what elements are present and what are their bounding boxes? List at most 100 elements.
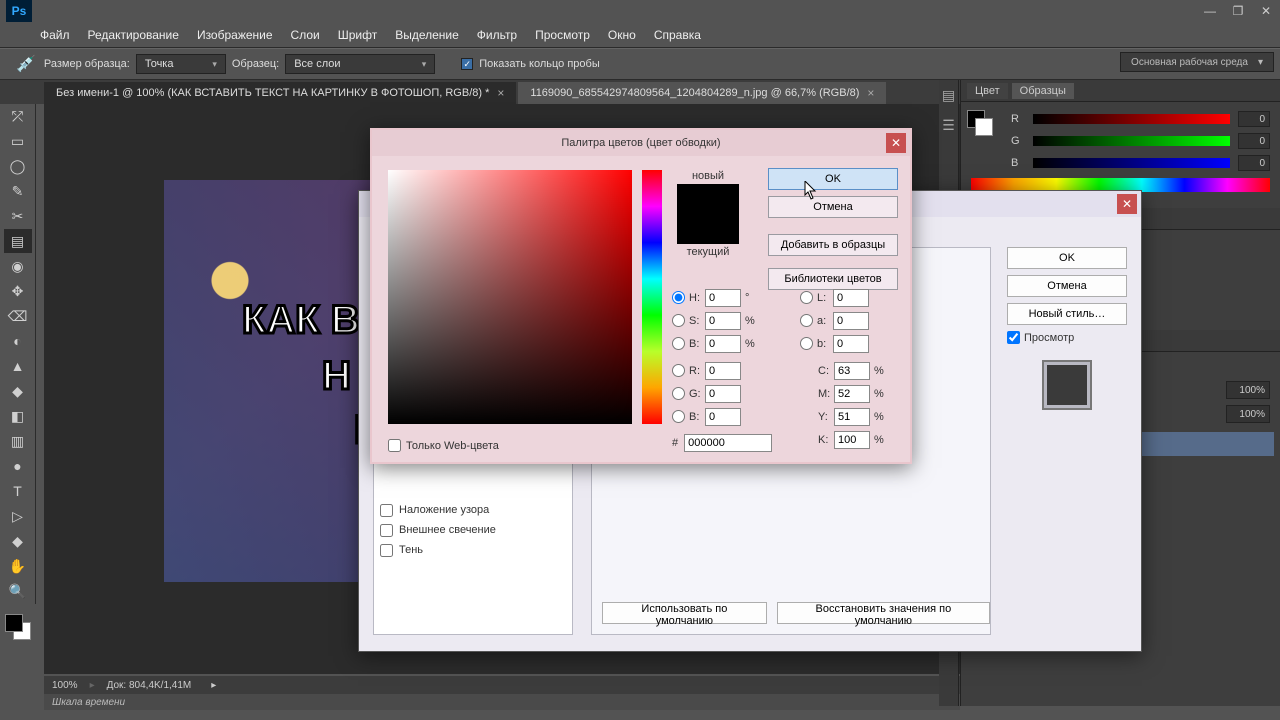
- cancel-button[interactable]: Отмена: [768, 196, 898, 218]
- h-radio[interactable]: [672, 291, 685, 304]
- close-icon[interactable]: ×: [497, 86, 504, 100]
- ok-button[interactable]: OK: [1007, 247, 1127, 269]
- menu-image[interactable]: Изображение: [197, 28, 273, 42]
- document-tab-1[interactable]: Без имени-1 @ 100% (КАК ВСТАВИТЬ ТЕКСТ Н…: [44, 82, 516, 104]
- a-input[interactable]: [833, 312, 869, 330]
- bv-radio[interactable]: [672, 337, 685, 350]
- tool-heal[interactable]: ◉: [4, 254, 32, 278]
- tool-wand[interactable]: ✎: [4, 179, 32, 203]
- y-input[interactable]: [834, 408, 870, 426]
- s-radio[interactable]: [672, 314, 685, 327]
- tool-zoom[interactable]: 🔍: [4, 579, 32, 603]
- menu-type[interactable]: Шрифт: [338, 28, 377, 42]
- history-icon[interactable]: ▤: [939, 80, 958, 110]
- r-input[interactable]: [705, 362, 741, 380]
- menu-file[interactable]: Файл: [40, 28, 70, 42]
- checkbox[interactable]: [380, 504, 393, 517]
- menu-filter[interactable]: Фильтр: [477, 28, 517, 42]
- checkbox[interactable]: [380, 524, 393, 537]
- tool-pen[interactable]: ●: [4, 454, 32, 478]
- g-radio[interactable]: [672, 387, 685, 400]
- hue-slider[interactable]: [642, 170, 662, 424]
- lab-b-input[interactable]: [833, 335, 869, 353]
- menu-help[interactable]: Справка: [654, 28, 701, 42]
- web-only-checkbox[interactable]: [388, 439, 401, 452]
- new-style-button[interactable]: Новый стиль…: [1007, 303, 1127, 325]
- ring-checkbox[interactable]: ✓: [461, 58, 473, 70]
- menu-view[interactable]: Просмотр: [535, 28, 590, 42]
- bv-input[interactable]: [705, 335, 741, 353]
- tool-shape[interactable]: ◆: [4, 529, 32, 553]
- web-only-row[interactable]: Только Web-цвета: [388, 439, 499, 452]
- c-input[interactable]: [834, 362, 870, 380]
- tool-blur[interactable]: ◧: [4, 404, 32, 428]
- l-input[interactable]: [833, 289, 869, 307]
- checkbox[interactable]: [380, 544, 393, 557]
- sample-size-select[interactable]: Точка: [136, 54, 226, 74]
- tool-stamp[interactable]: ⌫: [4, 304, 32, 328]
- tool-history[interactable]: ◐: [4, 329, 32, 353]
- tool-gradient[interactable]: ◆: [4, 379, 32, 403]
- close-icon[interactable]: ✕: [1117, 194, 1137, 214]
- b-value[interactable]: 0: [1238, 155, 1270, 171]
- b2-radio[interactable]: [672, 410, 685, 423]
- color-picker-titlebar[interactable]: Палитра цветов (цвет обводки) ✕: [372, 130, 910, 156]
- menu-window[interactable]: Окно: [608, 28, 636, 42]
- l-radio[interactable]: [800, 291, 813, 304]
- sample-select[interactable]: Все слои: [285, 54, 435, 74]
- tool-hand[interactable]: ✋: [4, 554, 32, 578]
- tool-marquee[interactable]: ▭: [4, 129, 32, 153]
- a-radio[interactable]: [800, 314, 813, 327]
- lab-b-radio[interactable]: [800, 337, 813, 350]
- timeline-panel[interactable]: Шкала времени: [44, 694, 960, 710]
- r-slider[interactable]: [1033, 114, 1230, 124]
- opacity-value[interactable]: 100%: [1226, 381, 1270, 399]
- bg-color-swatch[interactable]: [975, 118, 993, 136]
- document-tab-2[interactable]: 1169090_685542974809564_1204804289_n.jpg…: [518, 82, 886, 104]
- reset-default-button[interactable]: Восстановить значения по умолчанию: [777, 602, 990, 624]
- zoom-level[interactable]: 100%: [52, 680, 78, 691]
- color-swatch[interactable]: [5, 614, 31, 640]
- window-maximize-button[interactable]: ❐: [1224, 0, 1252, 22]
- g-value[interactable]: 0: [1238, 133, 1270, 149]
- tool-type[interactable]: T: [4, 479, 32, 503]
- tool-lasso[interactable]: ◯: [4, 154, 32, 178]
- cancel-button[interactable]: Отмена: [1007, 275, 1127, 297]
- tab-color[interactable]: Цвет: [967, 83, 1008, 99]
- tool-move[interactable]: ⤱: [4, 104, 32, 128]
- k-input[interactable]: [834, 431, 870, 449]
- preview-checkbox[interactable]: Просмотр: [1007, 331, 1127, 344]
- h-input[interactable]: [705, 289, 741, 307]
- r-radio[interactable]: [672, 364, 685, 377]
- ok-button[interactable]: OK: [768, 168, 898, 190]
- close-icon[interactable]: ✕: [886, 133, 906, 153]
- style-row-shadow[interactable]: Тень: [374, 540, 572, 560]
- tool-brush[interactable]: ✥: [4, 279, 32, 303]
- window-minimize-button[interactable]: —: [1196, 0, 1224, 22]
- s-input[interactable]: [705, 312, 741, 330]
- window-close-button[interactable]: ✕: [1252, 0, 1280, 22]
- menu-edit[interactable]: Редактирование: [88, 28, 179, 42]
- workspace-dropdown[interactable]: Основная рабочая среда▾: [1120, 52, 1274, 72]
- properties-icon[interactable]: ☰: [939, 110, 958, 140]
- m-input[interactable]: [834, 385, 870, 403]
- color-field[interactable]: [388, 170, 632, 424]
- b2-input[interactable]: [705, 408, 741, 426]
- tool-eraser[interactable]: ▲: [4, 354, 32, 378]
- style-row-outerglow[interactable]: Внешнее свечение: [374, 520, 572, 540]
- tab-swatches[interactable]: Образцы: [1012, 83, 1074, 99]
- tool-crop[interactable]: ✂: [4, 204, 32, 228]
- menu-select[interactable]: Выделение: [395, 28, 459, 42]
- menu-layer[interactable]: Слои: [291, 28, 320, 42]
- add-swatch-button[interactable]: Добавить в образцы: [768, 234, 898, 256]
- g-slider[interactable]: [1033, 136, 1230, 146]
- fill-value[interactable]: 100%: [1226, 405, 1270, 423]
- tool-path[interactable]: ▷: [4, 504, 32, 528]
- b-slider[interactable]: [1033, 158, 1230, 168]
- use-default-button[interactable]: Использовать по умолчанию: [602, 602, 767, 624]
- style-row-pattern[interactable]: Наложение узора: [374, 500, 572, 520]
- g-input[interactable]: [705, 385, 741, 403]
- r-value[interactable]: 0: [1238, 111, 1270, 127]
- hex-input[interactable]: [684, 434, 772, 452]
- tool-eyedropper[interactable]: ▤: [4, 229, 32, 253]
